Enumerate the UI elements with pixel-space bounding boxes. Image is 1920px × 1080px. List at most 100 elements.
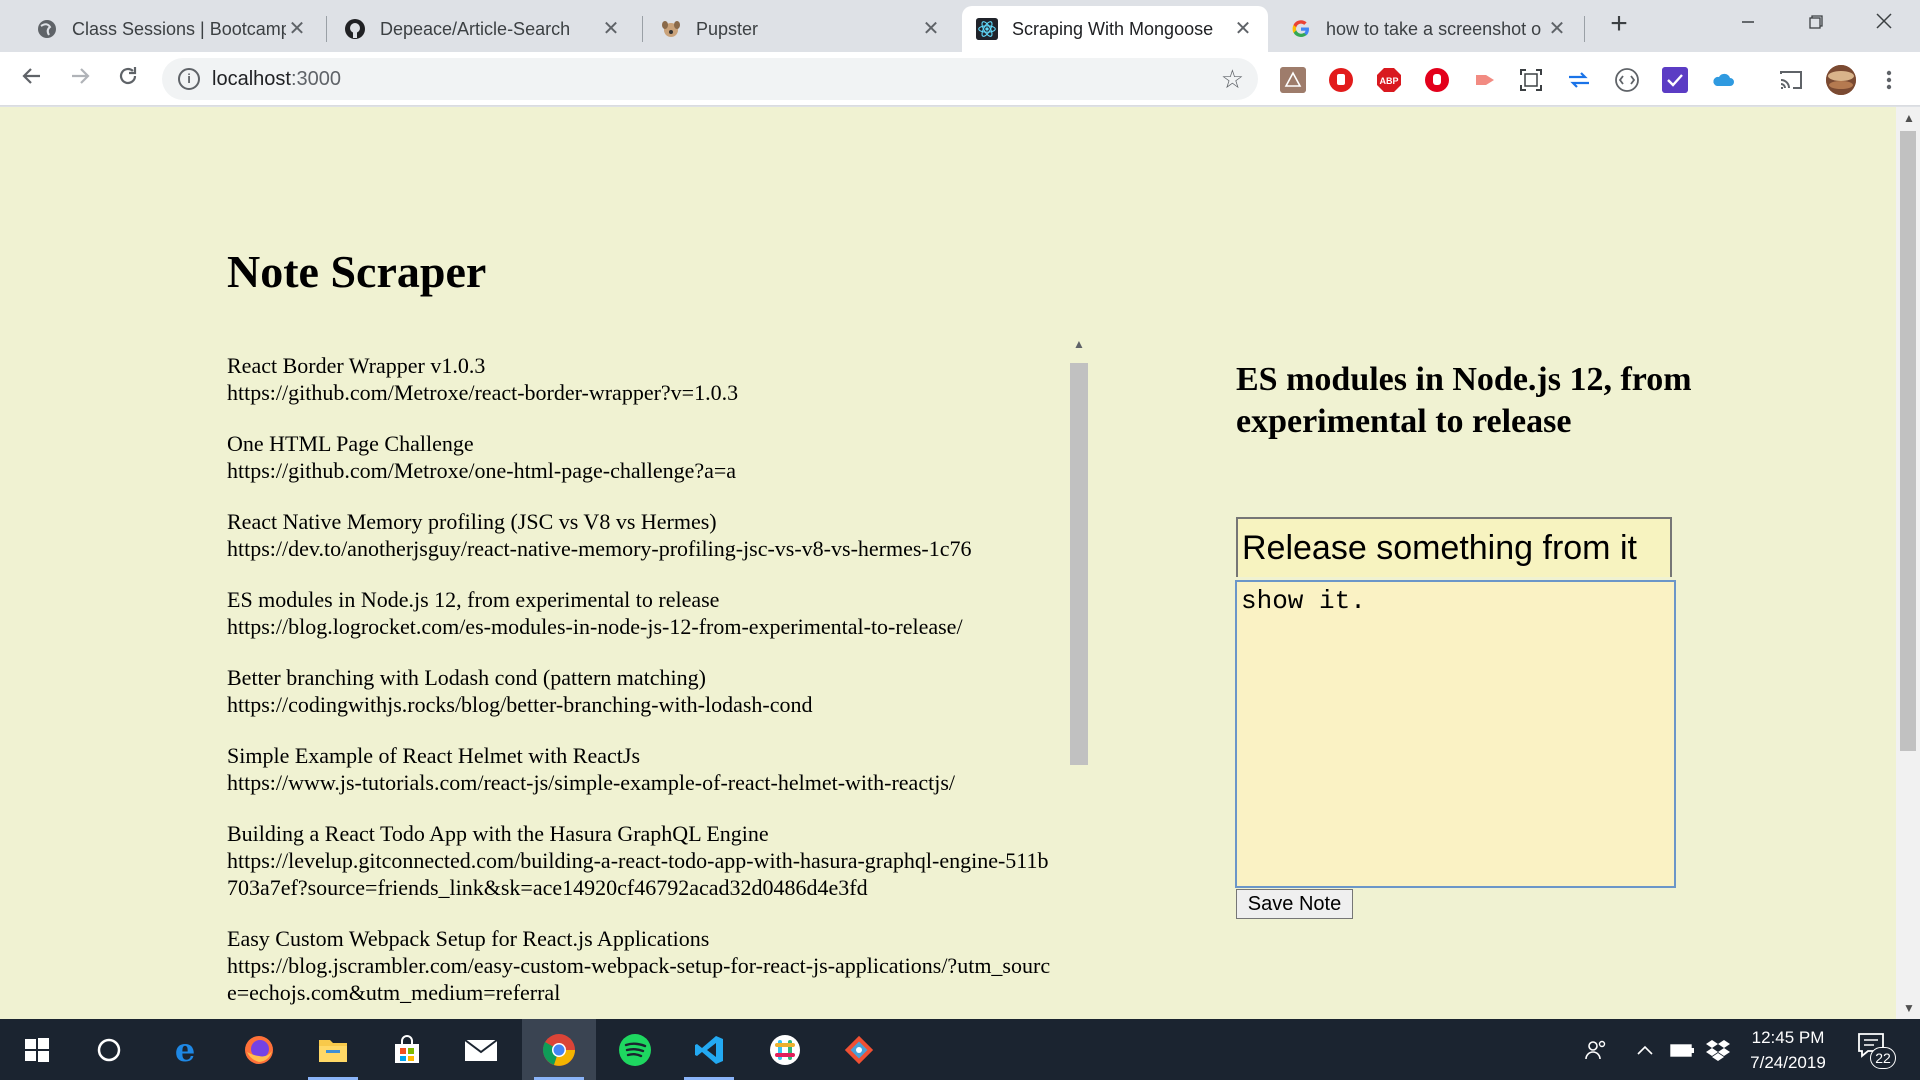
cortana-icon[interactable] <box>72 1019 146 1080</box>
article-title[interactable]: Building a React Todo App with the Hasur… <box>227 820 1087 847</box>
firefox-icon[interactable] <box>222 1019 296 1080</box>
article-title[interactable]: ES modules in Node.js 12, from experimen… <box>227 586 1087 613</box>
windows-taskbar: e 12:45 PM 7/24/2019 22 <box>0 1019 1920 1080</box>
article-link[interactable]: https://blog.logrocket.com/es-modules-in… <box>227 613 1057 640</box>
info-icon[interactable]: i <box>178 68 200 90</box>
kebab-menu-icon[interactable] <box>1876 67 1902 93</box>
scrollbar-thumb[interactable] <box>1070 363 1088 765</box>
article-item[interactable]: Easy Custom Webpack Setup for React.js A… <box>227 925 1087 1006</box>
github-icon <box>344 18 366 40</box>
google-icon <box>1290 18 1312 40</box>
git-icon[interactable] <box>822 1019 896 1080</box>
tab-title: Depeace/Article-Search <box>380 18 571 39</box>
screenshot-extension-icon[interactable] <box>1518 67 1544 93</box>
notification-center-icon[interactable]: 22 <box>1856 1031 1896 1069</box>
article-link[interactable]: https://dev.to/anotherjsguy/react-native… <box>227 535 1057 562</box>
battery-icon[interactable] <box>1666 1019 1698 1080</box>
close-window-icon[interactable] <box>1854 6 1914 40</box>
todo-checkbox-extension-icon[interactable] <box>1662 67 1688 93</box>
article-item[interactable]: Building a React Todo App with the Hasur… <box>227 820 1087 901</box>
note-title-input[interactable] <box>1236 517 1672 577</box>
scroll-down-icon[interactable]: ▼ <box>1903 1001 1915 1015</box>
url-port: :3000 <box>290 67 341 90</box>
close-icon[interactable]: ✕ <box>286 18 308 40</box>
tab-separator <box>642 16 643 42</box>
tab-class-sessions[interactable]: Class Sessions | Bootcamp S ✕ <box>22 6 322 52</box>
edge-icon[interactable]: e <box>148 1019 222 1080</box>
close-icon[interactable]: ✕ <box>1232 18 1254 40</box>
article-list: React Border Wrapper v1.0.3 https://githu… <box>227 352 1087 1019</box>
article-list-scrollbar[interactable]: ▲ <box>1068 333 1090 1019</box>
article-link[interactable]: https://www.js-tutorials.com/react-js/si… <box>227 769 1057 796</box>
page-title: Note Scraper <box>227 246 487 297</box>
profile-avatar[interactable] <box>1826 65 1856 95</box>
article-item[interactable]: React Border Wrapper v1.0.3 https://githu… <box>227 352 1087 406</box>
new-tab-button[interactable]: + <box>1604 9 1634 40</box>
adblock-plus-icon[interactable]: ABP <box>1376 67 1402 93</box>
article-title[interactable]: Easy Custom Webpack Setup for React.js A… <box>227 925 1087 952</box>
cast-icon[interactable] <box>1778 67 1804 93</box>
article-link[interactable]: https://codingwithjs.rocks/blog/better-b… <box>227 691 1057 718</box>
article-link[interactable]: https://github.com/Metroxe/one-html-page… <box>227 457 1057 484</box>
back-icon[interactable] <box>14 61 50 97</box>
scroll-up-icon[interactable]: ▲ <box>1073 337 1085 351</box>
note-body-textarea[interactable]: show it. <box>1235 580 1676 888</box>
article-item[interactable]: Better branching with Lodash cond (patte… <box>227 664 1087 718</box>
tab-separator <box>326 16 327 42</box>
tab-google-search[interactable]: how to take a screenshot o ✕ <box>1276 6 1582 52</box>
minimize-icon[interactable] <box>1718 6 1778 40</box>
article-link[interactable]: https://blog.jscrambler.com/easy-custom-… <box>227 952 1057 1006</box>
article-item[interactable]: ES modules in Node.js 12, from experimen… <box>227 586 1087 640</box>
page-scrollbar[interactable]: ▲ ▼ <box>1896 107 1920 1019</box>
article-item[interactable]: Simple Example of React Helmet with Reac… <box>227 742 1087 796</box>
article-item[interactable]: One HTML Page Challenge https://github.co… <box>227 430 1087 484</box>
close-icon[interactable]: ✕ <box>1546 18 1568 40</box>
article-link[interactable]: https://levelup.gitconnected.com/buildin… <box>227 847 1057 901</box>
save-note-button[interactable]: Save Note <box>1236 889 1353 919</box>
system-clock[interactable]: 12:45 PM 7/24/2019 <box>1730 1025 1846 1075</box>
reload-icon[interactable] <box>110 61 146 97</box>
slack-icon[interactable] <box>748 1019 822 1080</box>
cast-arrow-extension-icon[interactable] <box>1472 67 1498 93</box>
tab-scraping-with-mongoose[interactable]: Scraping With Mongoose ✕ <box>962 6 1268 52</box>
globe-icon <box>36 18 58 40</box>
swap-arrows-extension-icon[interactable] <box>1566 67 1592 93</box>
close-icon[interactable]: ✕ <box>600 18 622 40</box>
tab-article-search[interactable]: Depeace/Article-Search ✕ <box>330 6 636 52</box>
tab-title: Scraping With Mongoose <box>1012 18 1214 39</box>
article-title[interactable]: React Native Memory profiling (JSC vs V8… <box>227 508 1087 535</box>
stop-hand-extension-icon[interactable] <box>1328 67 1354 93</box>
article-title[interactable]: React Border Wrapper v1.0.3 <box>227 352 1087 379</box>
chrome-icon[interactable] <box>522 1019 596 1080</box>
tab-title: how to take a screenshot o <box>1326 18 1542 39</box>
start-icon[interactable] <box>0 1019 74 1080</box>
bookmark-star-icon[interactable]: ☆ <box>1221 64 1244 95</box>
article-title[interactable]: One HTML Page Challenge <box>227 430 1087 457</box>
forward-icon[interactable] <box>62 61 98 97</box>
article-link[interactable]: https://github.com/Metroxe/react-border-… <box>227 379 1057 406</box>
store-icon[interactable] <box>370 1019 444 1080</box>
file-explorer-icon[interactable] <box>296 1019 370 1080</box>
article-item[interactable]: React Native Memory profiling (JSC vs V8… <box>227 508 1087 562</box>
devtools-extension-icon[interactable] <box>1614 67 1640 93</box>
pdf-extension-icon[interactable] <box>1280 67 1306 93</box>
tab-separator <box>1584 16 1585 42</box>
restore-icon[interactable] <box>1786 6 1846 40</box>
spotify-icon[interactable] <box>598 1019 672 1080</box>
mail-icon[interactable] <box>444 1019 518 1080</box>
close-icon[interactable]: ✕ <box>920 18 942 40</box>
adblock-icon[interactable] <box>1424 67 1450 93</box>
article-title[interactable]: Better branching with Lodash cond (patte… <box>227 664 1087 691</box>
people-icon[interactable] <box>1574 1019 1618 1080</box>
adblock-label: ABP <box>1379 76 1398 86</box>
article-title[interactable]: Simple Example of React Helmet with Reac… <box>227 742 1087 769</box>
url-host: localhost <box>212 67 291 90</box>
scroll-up-icon[interactable]: ▲ <box>1903 111 1915 125</box>
chevron-up-icon[interactable] <box>1630 1019 1660 1080</box>
address-bar[interactable]: i localhost:3000 ☆ <box>162 58 1258 100</box>
vscode-icon[interactable] <box>672 1019 746 1080</box>
tab-pupster[interactable]: Pupster ✕ <box>646 6 956 52</box>
browser-toolbar: i localhost:3000 ☆ ABP <box>0 52 1920 106</box>
cloud-extension-icon[interactable] <box>1710 67 1736 93</box>
scrollbar-thumb[interactable] <box>1900 131 1916 751</box>
